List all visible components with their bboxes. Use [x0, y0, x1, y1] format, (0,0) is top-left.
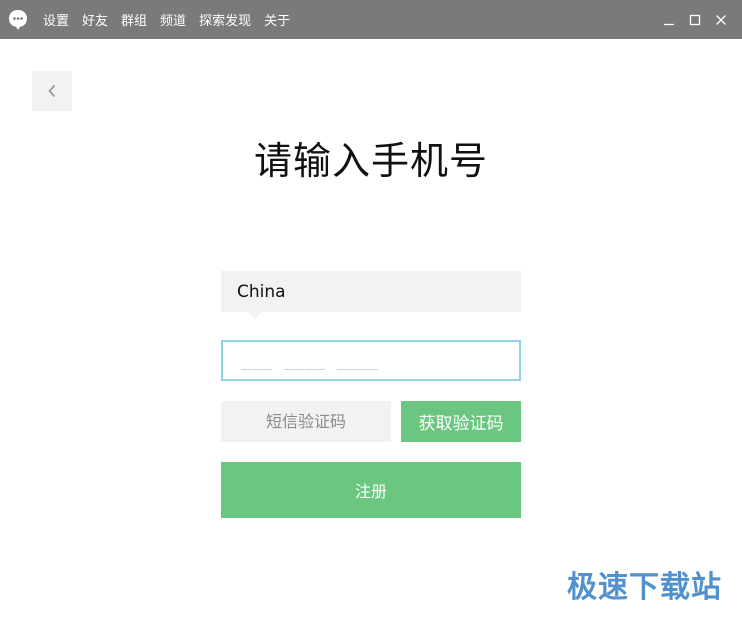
maximize-icon [689, 14, 701, 25]
main-menu: 设置 好友 群组 频道 探索发现 关于 [43, 0, 303, 39]
close-button[interactable] [708, 0, 734, 39]
menu-item-explore[interactable]: 探索发现 [199, 10, 251, 29]
watermark-text: 极速下载站 [567, 570, 722, 605]
phone-number-input[interactable] [221, 340, 521, 381]
chevron-left-icon [48, 84, 56, 98]
minimize-button[interactable] [656, 0, 682, 39]
menu-item-channels[interactable]: 频道 [160, 10, 186, 29]
country-select[interactable]: China [221, 271, 521, 312]
maximize-button[interactable] [682, 0, 708, 39]
menu-item-settings[interactable]: 设置 [43, 10, 69, 29]
title-bar: 设置 好友 群组 频道 探索发现 关于 [0, 0, 742, 39]
country-select-value: China [237, 281, 286, 302]
window-controls [656, 0, 734, 39]
menu-item-groups[interactable]: 群组 [121, 10, 147, 29]
menu-item-about[interactable]: 关于 [264, 10, 290, 29]
close-icon [716, 14, 726, 25]
country-select-pointer [248, 312, 262, 319]
get-code-button[interactable]: 获取验证码 [401, 401, 521, 442]
page-title: 请输入手机号 [253, 139, 488, 183]
register-button[interactable]: 注册 [221, 462, 521, 518]
menu-item-friends[interactable]: 好友 [82, 10, 108, 29]
back-button[interactable] [32, 71, 72, 111]
minimize-icon [664, 23, 674, 25]
chat-bubble-icon[interactable] [8, 9, 28, 31]
sms-code-input[interactable] [221, 401, 391, 442]
app-window: 设置 好友 群组 频道 探索发现 关于 请输入手机号 China ___ ___… [0, 0, 742, 620]
